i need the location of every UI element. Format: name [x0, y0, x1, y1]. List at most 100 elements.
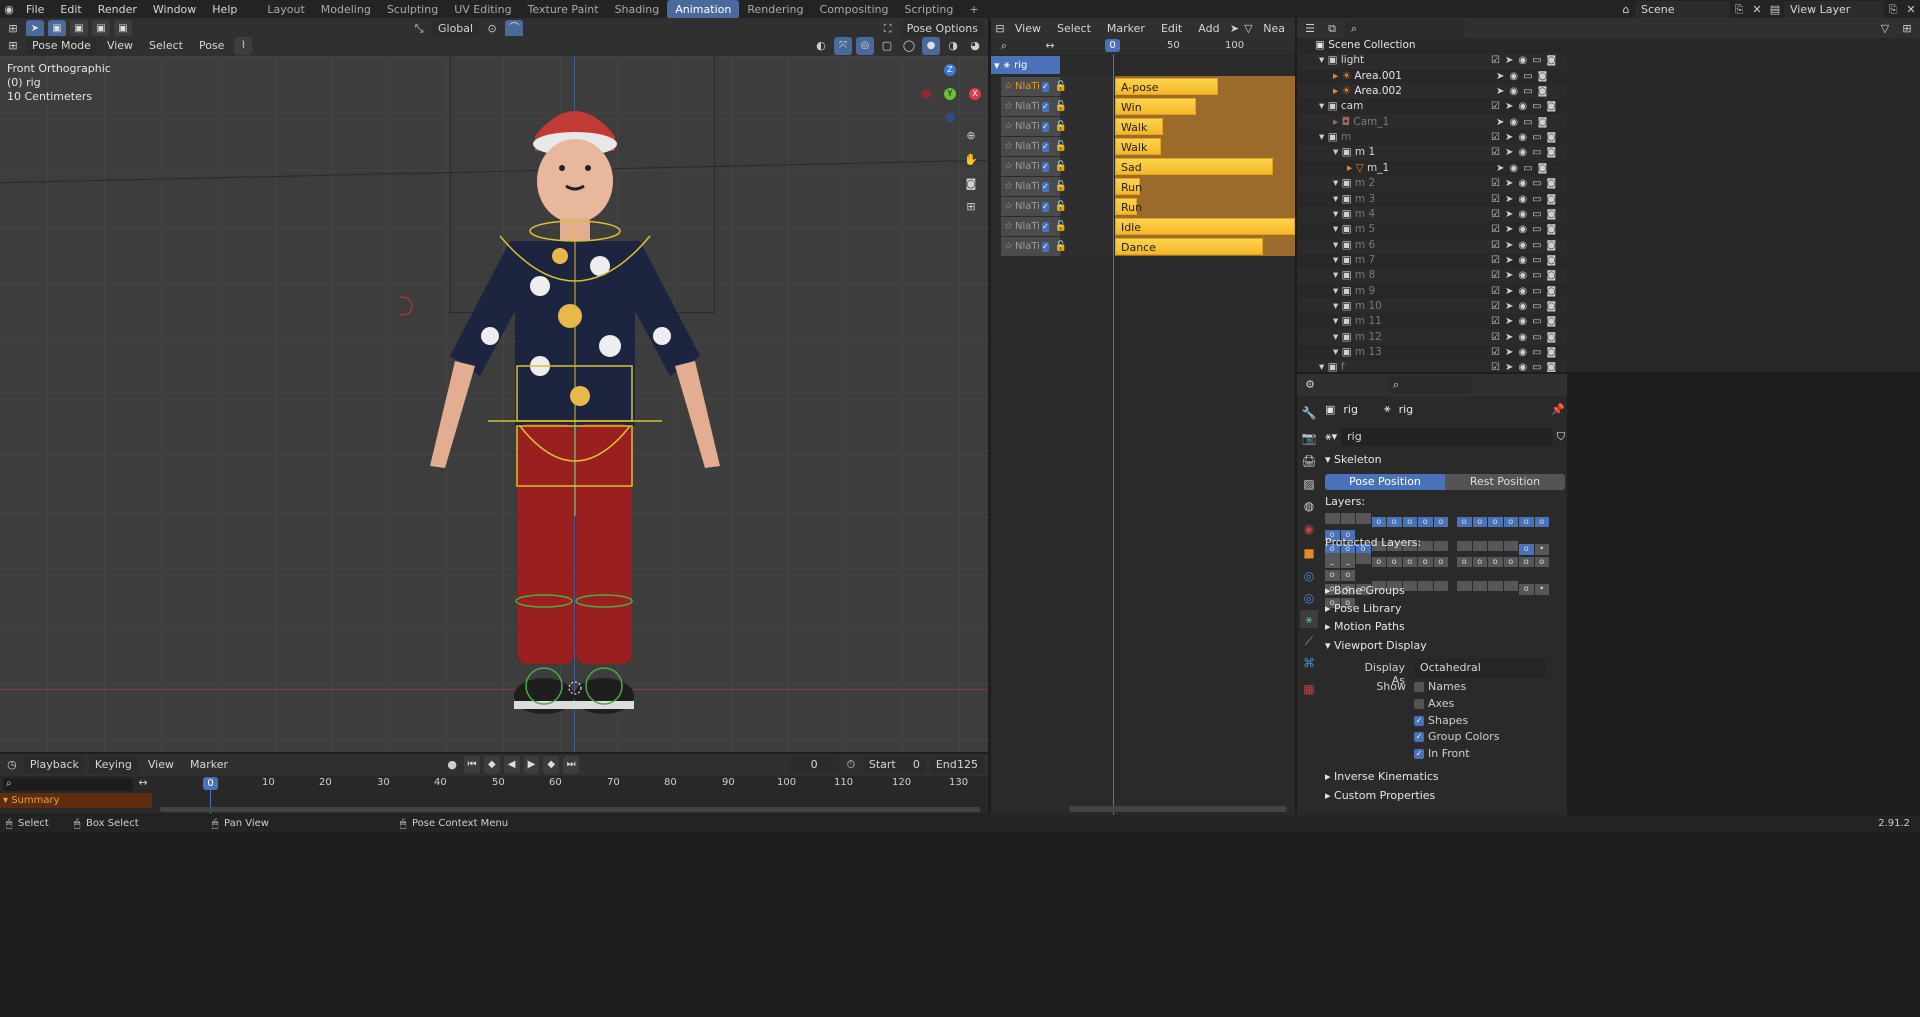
show-shapes-option[interactable]: ✓ Shapes	[1414, 714, 1468, 727]
current-frame-field[interactable]: 0	[789, 756, 840, 774]
shading-material-icon[interactable]: ◑	[944, 37, 962, 55]
select-arrow-icon[interactable]: ➤	[1505, 53, 1513, 68]
viewport-monitor-icon[interactable]: ▭	[1532, 314, 1541, 329]
track-checkbox[interactable]: ✓	[1041, 201, 1049, 212]
bone-constraint-tab-icon[interactable]: ⌘	[1300, 654, 1318, 672]
viewport-monitor-icon[interactable]: ▭	[1532, 299, 1541, 314]
filter-icon[interactable]: ▽	[1243, 20, 1253, 38]
select-arrow-icon[interactable]: ➤	[1505, 238, 1513, 253]
output-tab-icon[interactable]: 🖨	[1300, 452, 1318, 470]
exclude-checkbox-icon[interactable]: ☑	[1491, 145, 1500, 160]
nla-track-3[interactable]: ☆ NlaTi ✓ 🔓	[1001, 137, 1067, 156]
select-arrow-icon[interactable]: ➤	[1505, 345, 1513, 360]
start-frame-field[interactable]: Start 0	[862, 756, 926, 774]
play-reverse-icon[interactable]: ◀	[503, 756, 520, 774]
render-camera-icon[interactable]: ◙	[1547, 299, 1557, 314]
select-arrow-icon[interactable]: ➤	[1505, 130, 1513, 145]
exclude-checkbox-icon[interactable]: ☑	[1491, 330, 1500, 345]
eye-icon[interactable]: ◉	[1509, 84, 1518, 99]
render-camera-icon[interactable]: ◙	[1547, 238, 1557, 253]
track-checkbox[interactable]: ✓	[1041, 221, 1049, 232]
eye-icon[interactable]: ◉	[1518, 268, 1527, 283]
eye-icon[interactable]: ◉	[1518, 222, 1527, 237]
star-icon[interactable]: ☆	[1004, 241, 1013, 252]
protected-layers-grid[interactable]: o o o o o o o o o o oo o o o o o •o o	[1325, 553, 1565, 608]
viewport-monitor-icon[interactable]: ▭	[1523, 161, 1532, 176]
outliner-row-m-9[interactable]: ▾ ▣ m 9 ☑ ➤ ◉ ▭ ◙	[1297, 283, 1567, 299]
show-axes-option[interactable]: Axes	[1414, 697, 1454, 710]
texture-tab-icon[interactable]: ▦	[1300, 680, 1318, 698]
outliner-search[interactable]: ⌕	[1345, 20, 1465, 38]
eye-icon[interactable]: ◉	[1518, 207, 1527, 222]
show-in-front-option[interactable]: ✓ In Front	[1414, 747, 1470, 760]
keying-menu[interactable]: Keying	[88, 756, 138, 774]
names-checkbox[interactable]	[1414, 682, 1424, 692]
select-arrow-icon[interactable]: ➤	[1505, 299, 1513, 314]
armature-data-tab-icon[interactable]: ⚹	[1300, 610, 1318, 628]
render-camera-icon[interactable]: ◙	[1547, 207, 1557, 222]
playback-menu[interactable]: Playback	[23, 756, 85, 774]
exclude-checkbox-icon[interactable]: ☑	[1491, 53, 1500, 68]
select-arrow-icon[interactable]: ➤	[1505, 360, 1513, 372]
exclude-checkbox-icon[interactable]: ☑	[1491, 222, 1500, 237]
select-arrow-icon[interactable]: ➤	[1505, 192, 1513, 207]
lock-icon[interactable]: 🔓	[1055, 121, 1067, 132]
exclude-checkbox-icon[interactable]: ☑	[1491, 299, 1500, 314]
timeline-editor-type-icon[interactable]: ◷	[4, 756, 20, 774]
outliner-row-m-10[interactable]: ▾ ▣ m 10 ☑ ➤ ◉ ▭ ◙	[1297, 298, 1567, 315]
viewport-monitor-icon[interactable]: ▭	[1532, 345, 1541, 360]
nla-track-6[interactable]: ☆ NlaTi ✓ 🔓	[1001, 197, 1067, 216]
render-camera-icon[interactable]: ◙	[1547, 130, 1557, 145]
tab-modeling[interactable]: Modeling	[313, 0, 379, 19]
overlay-icon[interactable]: ◎	[856, 37, 874, 55]
custom-properties-panel[interactable]: ▸ Custom Properties	[1325, 789, 1565, 802]
exclude-checkbox-icon[interactable]: ☑	[1491, 192, 1500, 207]
nla-editor[interactable]: ⌕ ↔ 0 50 100 ▾ ⚹ rig ☆ NlaTi ✓ 🔓 A-pose ☆ Nl…	[991, 38, 1295, 815]
gizmo-x-axis[interactable]: X	[969, 88, 981, 100]
nla-track-1[interactable]: ☆ NlaTi ✓ 🔓	[1001, 97, 1067, 116]
end-frame-field[interactable]: End 125	[929, 756, 985, 774]
eye-icon[interactable]: ◉	[1509, 161, 1518, 176]
shading-rendered-icon[interactable]: ◕	[966, 37, 984, 55]
track-checkbox[interactable]: ✓	[1041, 161, 1049, 172]
outliner-row-area-001[interactable]: ▸ ☀ Area.001 ➤ ◉ ▭ ◙	[1297, 68, 1567, 85]
record-icon[interactable]: ●	[444, 756, 460, 774]
visibility-icon[interactable]: ◐	[812, 37, 830, 55]
pan-hand-icon[interactable]: ✋	[962, 151, 980, 169]
pose-extra-icon[interactable]: ⌇	[234, 37, 253, 55]
expand-rig-icon[interactable]: ▾	[994, 59, 1000, 72]
viewport-monitor-icon[interactable]: ▭	[1532, 176, 1541, 191]
inverse-kinematics-panel[interactable]: ▸ Inverse Kinematics	[1325, 770, 1565, 783]
lock-icon[interactable]: 🔓	[1055, 241, 1067, 252]
select-arrow-icon[interactable]: ➤	[1505, 176, 1513, 191]
eye-icon[interactable]: ◉	[1518, 130, 1527, 145]
scene-selector[interactable]: Scene	[1635, 0, 1730, 19]
scene-collection-row[interactable]: ▣ Scene Collection	[1315, 38, 1585, 53]
select-arrow-icon[interactable]: ➤	[1505, 222, 1513, 237]
editor-type-viewport-icon[interactable]: ⊞	[4, 37, 22, 55]
select-arrow-icon[interactable]: ➤	[1505, 284, 1513, 299]
modifier-tab-icon[interactable]: ◎	[1300, 567, 1318, 585]
jump-start-icon[interactable]: ⏮	[464, 756, 480, 774]
outliner-row-cam[interactable]: ▾ ▣ cam ☑ ➤ ◉ ▭ ◙	[1297, 99, 1567, 115]
shapes-checkbox[interactable]: ✓	[1414, 716, 1424, 726]
bone-tab-icon[interactable]: ⟋	[1300, 632, 1318, 650]
viewport-monitor-icon[interactable]: ▭	[1532, 145, 1541, 160]
gizmo-y-axis[interactable]: Y	[944, 88, 956, 100]
strip-a-pose[interactable]: A-pose	[1115, 78, 1218, 95]
stopwatch-icon[interactable]: ⏱	[843, 756, 859, 774]
3d-viewport[interactable]: Front Orthographic (0) rig 10 Centimeter…	[0, 56, 988, 752]
outliner-row-m-5[interactable]: ▾ ▣ m 5 ☑ ➤ ◉ ▭ ◙	[1297, 222, 1567, 238]
star-icon[interactable]: ☆	[1004, 161, 1013, 172]
strip-walk[interactable]: Walk	[1115, 138, 1161, 155]
outliner-row-m-12[interactable]: ▾ ▣ m 12 ☑ ➤ ◉ ▭ ◙	[1297, 329, 1567, 346]
outliner-row-m-2[interactable]: ▾ ▣ m 2 ☑ ➤ ◉ ▭ ◙	[1297, 176, 1567, 192]
view-layer-selector[interactable]: View Layer	[1784, 0, 1884, 19]
scene-tab-icon[interactable]: ◍	[1300, 497, 1318, 515]
render-camera-icon[interactable]: ◙	[1547, 314, 1557, 329]
timeline-frame-0[interactable]: 0	[203, 777, 218, 790]
nla-select-icon[interactable]: ➤	[1230, 20, 1240, 38]
mode-dropdown[interactable]: Pose Mode	[26, 37, 97, 55]
star-icon[interactable]: ☆	[1004, 101, 1013, 112]
outliner-filter-icon[interactable]: ▽	[1876, 20, 1894, 38]
